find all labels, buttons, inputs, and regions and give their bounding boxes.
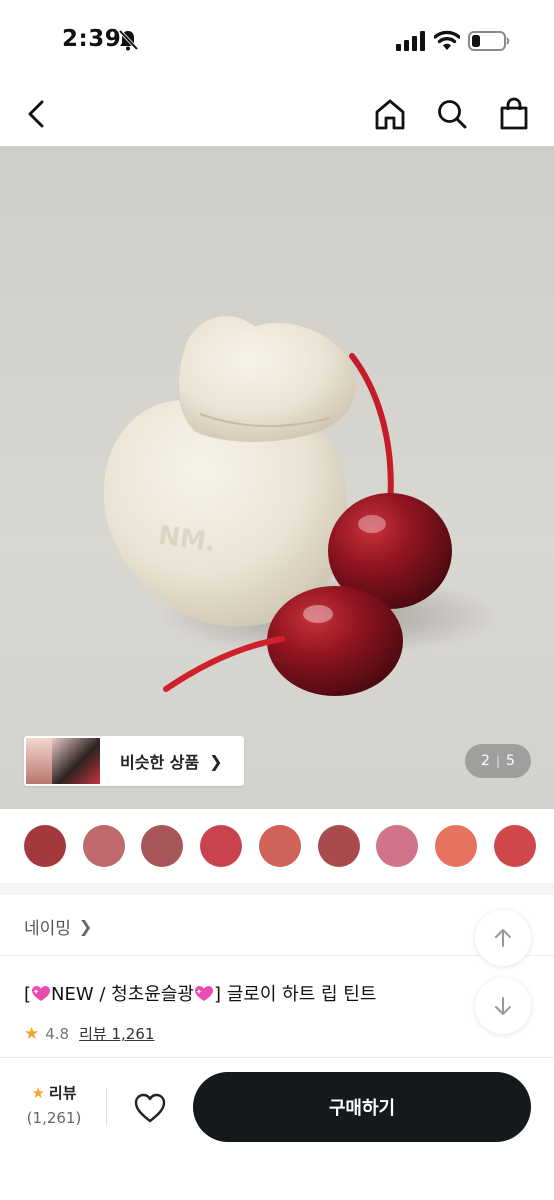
review-title: 리뷰	[48, 1084, 77, 1102]
color-swatch[interactable]	[493, 825, 536, 867]
back-arrow-icon	[28, 100, 44, 128]
vertical-divider	[106, 1088, 107, 1126]
page-indicator: 2 | 5	[465, 744, 531, 778]
color-swatch[interactable]	[200, 825, 243, 867]
brand-link[interactable]: 네이밍 ❯	[24, 912, 92, 940]
arrow-down-icon	[495, 997, 511, 1015]
arrow-up-icon	[495, 929, 511, 947]
buy-button[interactable]: 구매하기	[193, 1072, 531, 1142]
product-title: [NEW / 청초윤슬광] 글로이 하트 립 틴트	[24, 984, 377, 1005]
section-divider	[0, 883, 554, 895]
page-separator: |	[495, 754, 501, 768]
cellular-signal-icon	[396, 31, 425, 51]
chevron-right-icon: ❯	[209, 751, 223, 771]
review-count: (1,261)	[26, 1109, 82, 1127]
chevron-right-icon: ❯	[78, 916, 93, 936]
product-title-new: NEW / 청초윤슬광	[51, 984, 194, 1005]
color-swatch[interactable]	[258, 825, 301, 867]
color-swatch[interactable]	[376, 825, 419, 867]
product-image-gallery[interactable]: NM. 비슷한 상품 ❯ 2 | 5	[0, 146, 554, 809]
search-icon	[438, 100, 467, 129]
similar-products-thumbnail	[26, 738, 102, 784]
star-icon: ★	[31, 1084, 45, 1102]
sparkling-heart-icon	[32, 986, 51, 1001]
review-summary-button[interactable]: ★ 리뷰 (1,261)	[24, 1082, 84, 1127]
color-swatch[interactable]	[24, 825, 66, 867]
battery-icon	[468, 31, 510, 51]
status-bar: 2:39	[0, 0, 554, 80]
search-button[interactable]	[434, 96, 470, 132]
color-swatch[interactable]	[434, 825, 477, 867]
bell-slash-icon	[118, 29, 138, 51]
rating-value: 4.8	[45, 1024, 70, 1043]
color-swatch[interactable]	[141, 825, 184, 867]
rating-row: ★ 4.8 리뷰 1,261	[24, 1023, 154, 1044]
color-swatch[interactable]	[82, 825, 125, 867]
status-time: 2:39	[62, 26, 122, 52]
bottom-action-bar: ★ 리뷰 (1,261) 구매하기	[0, 1057, 554, 1200]
cart-button[interactable]	[496, 96, 532, 132]
star-icon: ★	[24, 1023, 40, 1044]
scroll-down-button[interactable]	[475, 978, 531, 1034]
divider	[0, 955, 554, 956]
similar-products-label: 비슷한 상품	[120, 753, 200, 772]
sparkling-heart-icon	[194, 986, 213, 1001]
color-swatch-row	[0, 809, 554, 883]
product-photo: NM.	[103, 315, 500, 696]
similar-products-button[interactable]: 비슷한 상품 ❯	[24, 736, 244, 786]
review-link[interactable]: 리뷰 1,261	[79, 1023, 154, 1044]
home-icon	[375, 99, 405, 130]
wifi-icon	[434, 30, 460, 50]
back-button[interactable]	[20, 96, 56, 132]
shopping-bag-icon	[500, 97, 528, 130]
total-pages: 5	[506, 753, 515, 769]
current-page: 2	[481, 753, 490, 769]
color-swatch[interactable]	[317, 825, 360, 867]
scroll-up-button[interactable]	[475, 910, 531, 966]
wishlist-button[interactable]	[133, 1092, 167, 1124]
brand-name: 네이밍	[24, 918, 71, 939]
home-button[interactable]	[372, 96, 408, 132]
product-title-rest: ] 글로이 하트 립 틴트	[213, 984, 377, 1005]
heart-icon	[134, 1093, 166, 1123]
top-nav-bar	[0, 80, 554, 146]
